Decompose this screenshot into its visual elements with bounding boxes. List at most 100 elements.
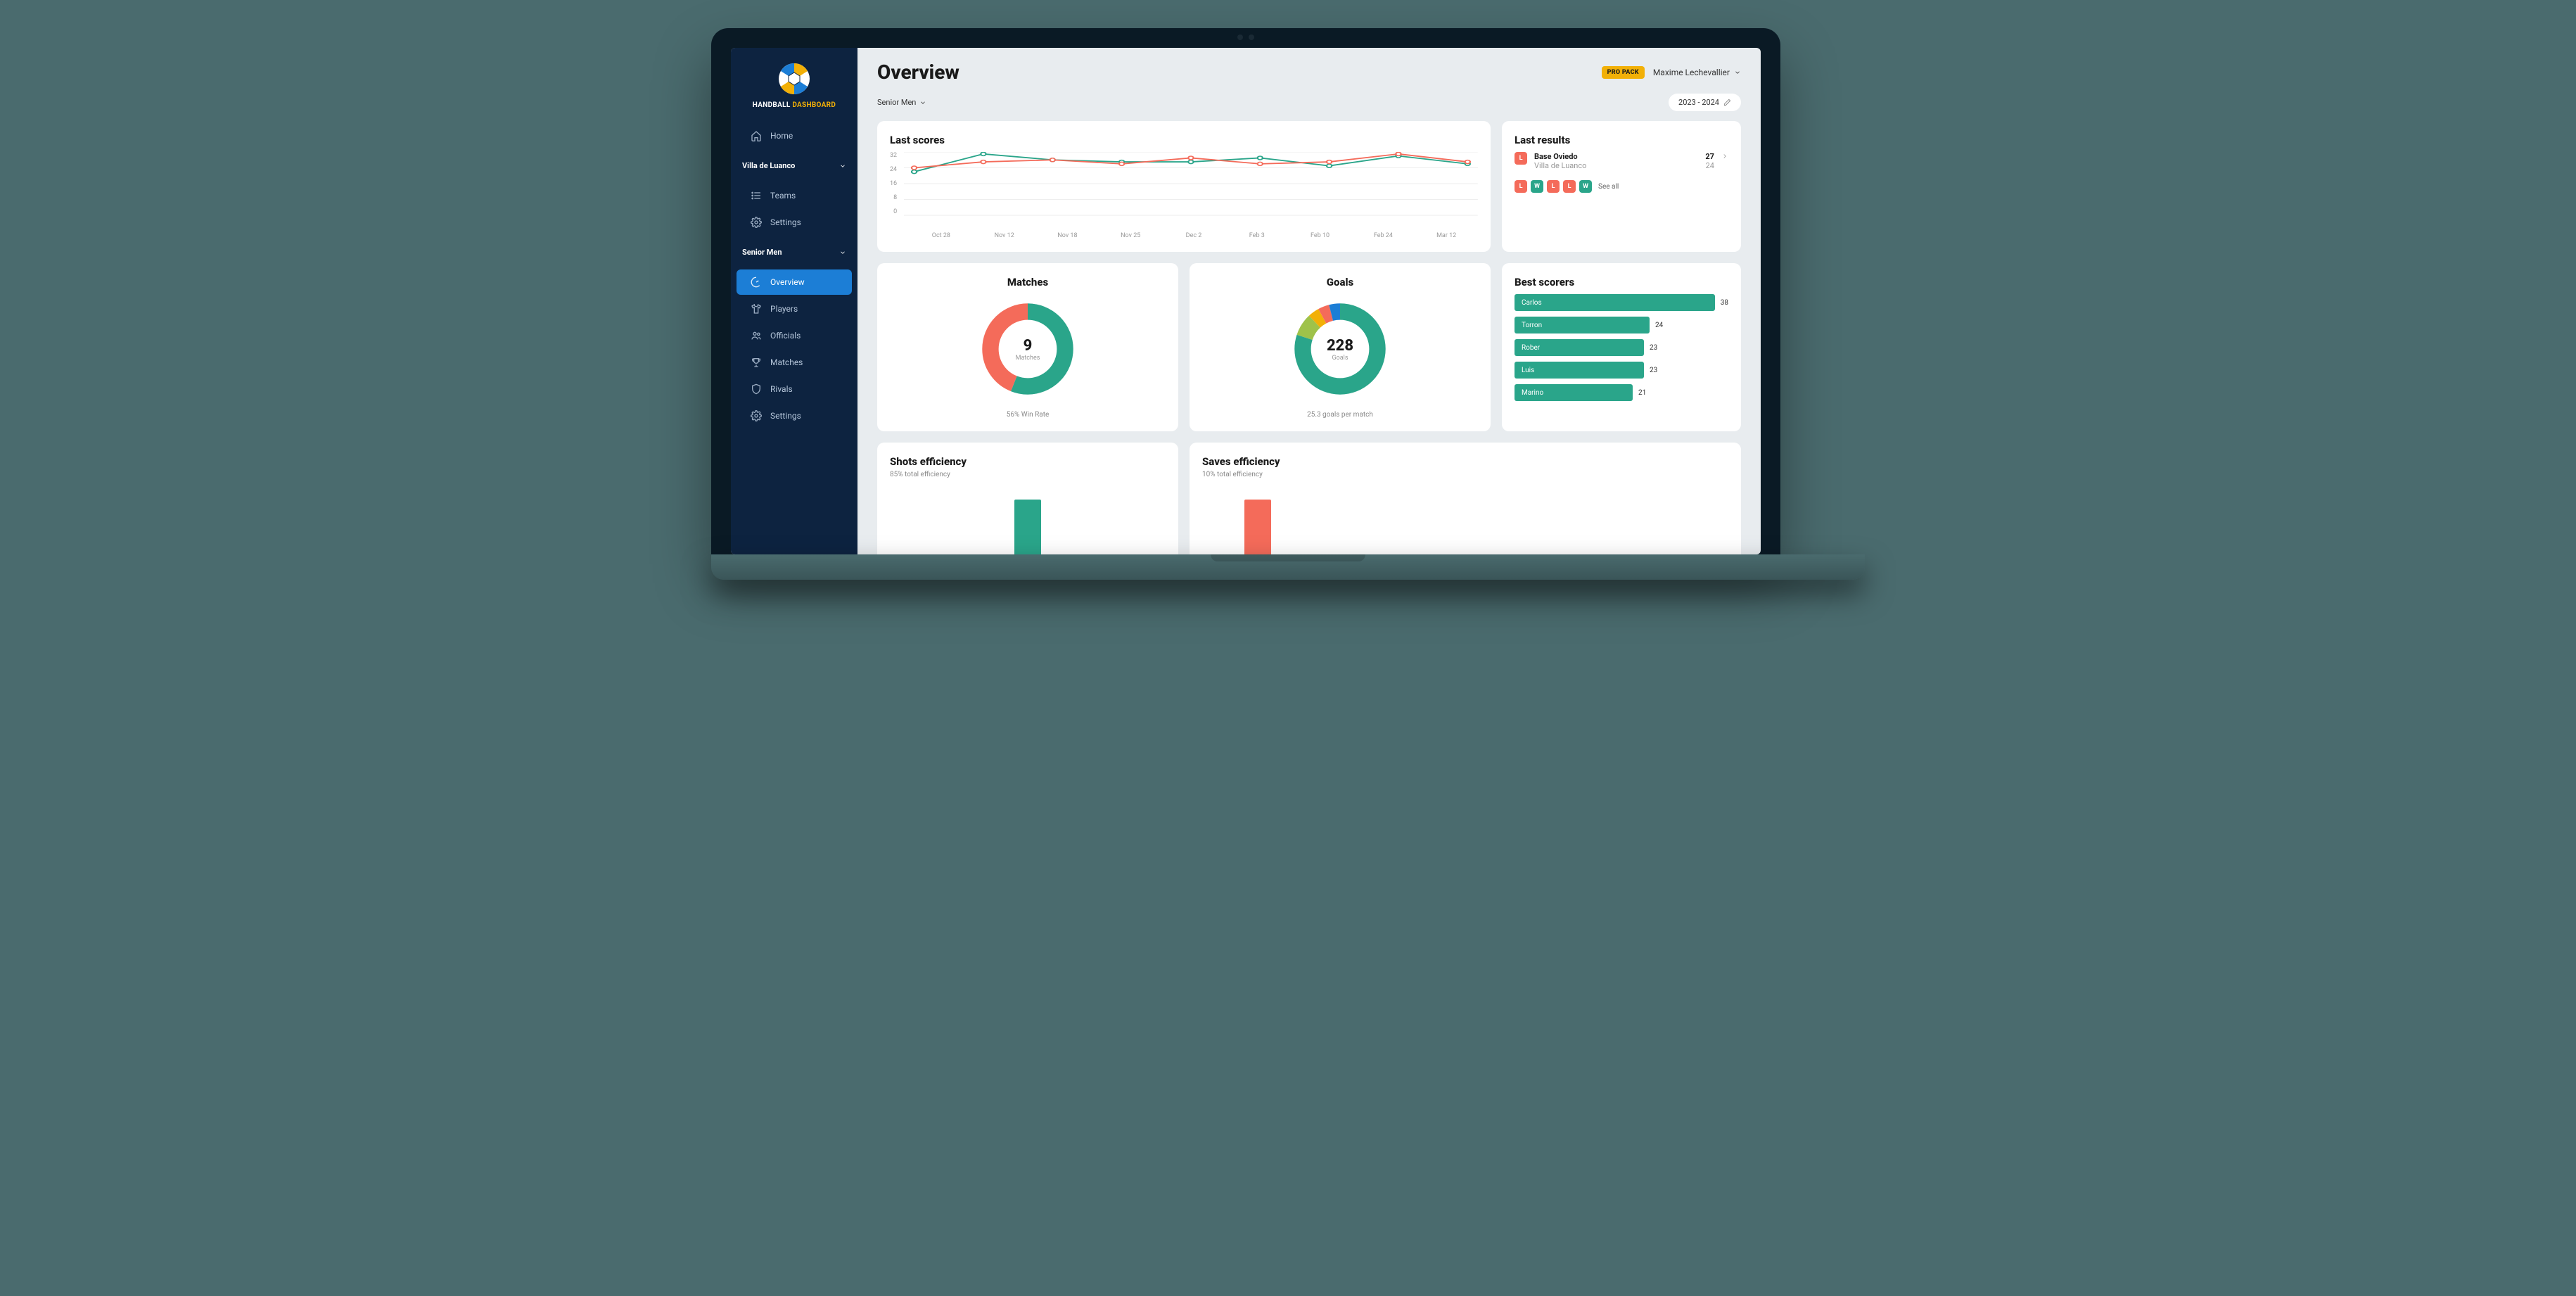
next-result-button[interactable] — [1721, 152, 1728, 162]
last-scores-card: Last scores 32241680 Oct 28Nov 12Nov 18N… — [877, 121, 1491, 252]
main-content: Overview PRO PACK Maxime Lechevallier Se… — [857, 48, 1761, 554]
result-badge[interactable]: W — [1531, 180, 1543, 193]
matches-label: Matches — [1016, 355, 1040, 362]
saves-bar — [1244, 500, 1271, 554]
line-chart — [904, 152, 1478, 229]
scorer-bar: Marino — [1515, 384, 1633, 401]
goals-label: Goals — [1332, 355, 1348, 362]
logo-ball-icon — [777, 62, 811, 96]
shots-efficiency-value: 85% total efficiency — [890, 471, 1166, 478]
pencil-icon — [1723, 99, 1731, 106]
nav-teams[interactable]: Teams — [737, 183, 852, 208]
team-score: 24 — [1706, 161, 1714, 170]
matches-count: 9 — [1024, 337, 1033, 355]
card-title: Goals — [1327, 276, 1353, 288]
shots-efficiency-card: Shots efficiency 85% total efficiency — [877, 443, 1178, 554]
x-axis: Oct 28Nov 12Nov 18Nov 25Dec 2Feb 3Feb 10… — [890, 229, 1478, 239]
result-badge: L — [1515, 152, 1527, 165]
nav-label: Rivals — [770, 384, 793, 394]
nav-home[interactable]: Home — [737, 123, 852, 148]
y-axis: 32241680 — [890, 152, 897, 215]
card-title: Matches — [1007, 276, 1048, 288]
users-icon — [751, 330, 762, 341]
logo: HANDBALL DASHBOARD — [731, 48, 857, 117]
scorer-row: Marino 21 — [1515, 384, 1728, 401]
nav-club-settings[interactable]: Settings — [737, 210, 852, 235]
shots-bar — [1014, 500, 1041, 554]
sidebar: HANDBALL DASHBOARD Home Villa de Luanco … — [731, 48, 857, 554]
gauge-icon — [751, 277, 762, 288]
card-title: Shots efficiency — [890, 455, 1166, 468]
nav-label: Matches — [770, 357, 803, 367]
chevron-down-icon — [1734, 69, 1741, 76]
nav-players[interactable]: Players — [737, 296, 852, 322]
card-title: Last scores — [890, 134, 1478, 146]
nav-group-label: Villa de Luanco — [742, 161, 795, 170]
logo-text: HANDBALL DASHBOARD — [742, 101, 846, 109]
nav-label: Officials — [770, 331, 801, 341]
card-title: Last results — [1515, 134, 1728, 146]
result-badge[interactable]: W — [1579, 180, 1592, 193]
trophy-icon — [751, 357, 762, 368]
scorer-value: 23 — [1650, 367, 1657, 374]
scorer-row: Luis 23 — [1515, 362, 1728, 379]
scorer-row: Carlos38 — [1515, 294, 1728, 311]
nav-team-settings[interactable]: Settings — [737, 403, 852, 428]
nav-officials[interactable]: Officials — [737, 323, 852, 348]
chevron-right-icon — [1721, 153, 1728, 160]
nav-label: Teams — [770, 191, 796, 201]
season-selector[interactable]: 2023 - 2024 — [1669, 94, 1741, 111]
gear-icon — [751, 410, 762, 421]
result-badge[interactable]: L — [1547, 180, 1560, 193]
shield-icon — [751, 383, 762, 395]
gear-icon — [751, 217, 762, 228]
saves-efficiency-value: 10% total efficiency — [1202, 471, 1728, 478]
result-badge[interactable]: L — [1515, 180, 1527, 193]
best-scorers-card: Best scorers Carlos38Torron24Rober23Luis… — [1502, 263, 1741, 431]
result-badge[interactable]: L — [1563, 180, 1576, 193]
list-icon — [751, 190, 762, 201]
user-name-label: Maxime Lechevallier — [1653, 68, 1730, 77]
card-title: Saves efficiency — [1202, 455, 1728, 468]
nav-matches[interactable]: Matches — [737, 350, 852, 375]
see-all-link[interactable]: See all — [1598, 183, 1619, 191]
scorer-bar: Luis — [1515, 362, 1644, 379]
opponent-score: 27 — [1705, 152, 1714, 161]
goals-card: Goals 228 Goals 25.3 goals per match — [1190, 263, 1491, 431]
chevron-down-icon — [839, 163, 846, 170]
nav-label: Home — [770, 131, 793, 141]
results-strip: LWLLWSee all — [1515, 180, 1728, 193]
shirt-icon — [751, 303, 762, 315]
scorer-row: Torron 24 — [1515, 317, 1728, 333]
team-filter-dropdown[interactable]: Senior Men — [877, 98, 926, 107]
scorer-bar: Carlos — [1515, 294, 1715, 311]
nav-overview[interactable]: Overview — [737, 269, 852, 295]
scorer-row: Rober 23 — [1515, 339, 1728, 356]
saves-efficiency-card: Saves efficiency 10% total efficiency — [1190, 443, 1741, 554]
matches-donut: 9 Matches — [978, 300, 1077, 398]
scorer-value: 23 — [1650, 344, 1657, 352]
nav-rivals[interactable]: Rivals — [737, 376, 852, 402]
card-title: Best scorers — [1515, 276, 1728, 288]
goals-count: 228 — [1327, 337, 1353, 355]
nav-label: Settings — [770, 411, 801, 421]
season-label: 2023 - 2024 — [1678, 98, 1719, 107]
goals-donut: 228 Goals — [1291, 300, 1389, 398]
win-rate: 56% Win Rate — [1007, 411, 1050, 419]
team-name: Villa de Luanco — [1534, 161, 1586, 170]
pro-pack-badge: PRO PACK — [1602, 66, 1645, 79]
nav-group-club[interactable]: Villa de Luanco — [731, 154, 857, 177]
opponent-name: Base Oviedo — [1534, 152, 1578, 161]
scorer-value: 24 — [1655, 322, 1663, 329]
user-menu[interactable]: Maxime Lechevallier — [1653, 68, 1741, 77]
home-icon — [751, 130, 762, 141]
nav-group-team[interactable]: Senior Men — [731, 241, 857, 264]
matches-card: Matches 9 Matches 56% Win Rate — [877, 263, 1178, 431]
nav-label: Overview — [770, 277, 805, 287]
goals-per-match: 25.3 goals per match — [1307, 411, 1373, 419]
scorer-value: 21 — [1638, 389, 1646, 397]
scorer-bar: Torron — [1515, 317, 1650, 333]
filter-label: Senior Men — [877, 98, 916, 107]
chevron-down-icon — [839, 249, 846, 256]
scorer-bar: Rober — [1515, 339, 1644, 356]
